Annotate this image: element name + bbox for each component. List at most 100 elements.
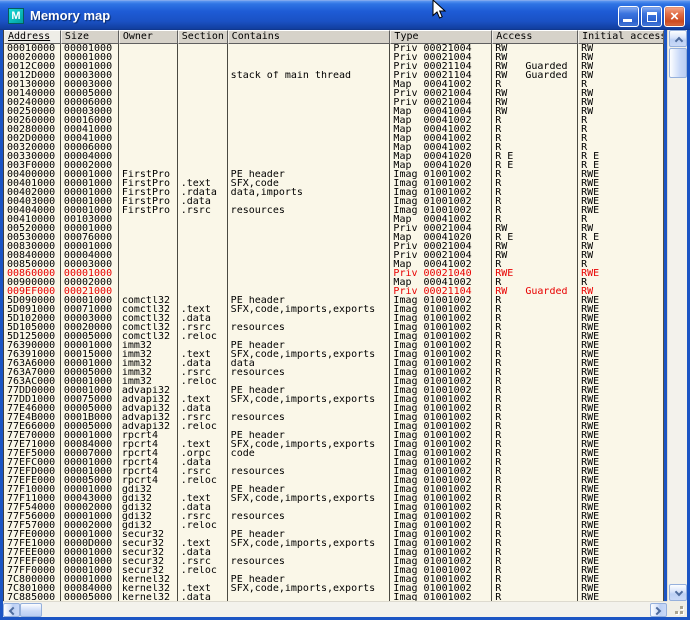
table-row-00840000[interactable]: 0084000000004000Priv 00021004RWRW (4, 251, 664, 260)
table-row-77F11000[interactable]: 77F1100000043000gdi32.textSFX,code,impor… (4, 494, 664, 503)
table-row-00401000[interactable]: 0040100000001000FirstPro.textSFX,codeIma… (4, 179, 664, 188)
table-row-77F54000[interactable]: 77F5400000002000gdi32.dataImag 01001002R… (4, 503, 664, 512)
table-row-00020000[interactable]: 0002000000001000Priv 00021004RWRW (4, 53, 664, 62)
table-row-00130000[interactable]: 0013000000003000Map 00041002RR (4, 80, 664, 89)
resize-grip[interactable] (667, 601, 687, 617)
table-row-763A6000[interactable]: 763A600000001000imm32.datadataImag 01001… (4, 359, 664, 368)
table-row-5D102000[interactable]: 5D10200000003000comctl32.dataImag 010010… (4, 314, 664, 323)
table-row-7C800000[interactable]: 7C80000000001000kernel32PE headerImag 01… (4, 575, 664, 584)
table-row-00830000[interactable]: 0083000000001000Priv 00021004RWRW (4, 242, 664, 251)
table-row-00400000[interactable]: 0040000000001000FirstProPE headerImag 01… (4, 170, 664, 179)
table-row-77FEE000[interactable]: 77FEE00000001000secur32.dataImag 0100100… (4, 548, 664, 557)
table-row-5D105000[interactable]: 5D10500000020000comctl32.rsrcresourcesIm… (4, 323, 664, 332)
scroll-down-button[interactable] (669, 584, 687, 601)
close-button[interactable]: × (664, 6, 685, 27)
table-row-00240000[interactable]: 0024000000006000Priv 00021004RWRW (4, 98, 664, 107)
table-row-77E66000[interactable]: 77E6600000005000advapi32.relocImag 01001… (4, 422, 664, 431)
table-row-76390000[interactable]: 7639000000001000imm32PE headerImag 01001… (4, 341, 664, 350)
column-header-size[interactable]: Size (61, 30, 119, 44)
cell-access: R (492, 395, 578, 404)
horizontal-scroll-thumb[interactable] (20, 603, 42, 617)
table-row-00330000[interactable]: 0033000000004000Map 00041020R ER E (4, 152, 664, 161)
table-row-002D0000[interactable]: 002D000000041000Map 00041002RR (4, 134, 664, 143)
titlebar[interactable]: M Memory map × (0, 0, 690, 30)
table-row-77E4B000[interactable]: 77E4B0000001B000advapi32.rsrcresourcesIm… (4, 413, 664, 422)
column-header-section[interactable]: Section (178, 30, 228, 44)
table-row-77E46000[interactable]: 77E4600000005000advapi32.dataImag 010010… (4, 404, 664, 413)
maximize-button[interactable] (641, 6, 662, 27)
scroll-up-button[interactable] (669, 30, 687, 47)
table-row-00530000[interactable]: 0053000000076000Map 00041020R ER E (4, 233, 664, 242)
table-row-009EF000[interactable]: 009EF00000021000Priv 00021104RW GuardedR… (4, 287, 664, 296)
table-row-003F0000[interactable]: 003F000000002000Map 00041020R ER E (4, 161, 664, 170)
table-row-00404000[interactable]: 0040400000001000FirstPro.rsrcresourcesIm… (4, 206, 664, 215)
table-row-77FF0000[interactable]: 77FF000000001000secur32.relocImag 010010… (4, 566, 664, 575)
cell-address: 77FEF000 (4, 557, 61, 566)
column-header-type[interactable]: Type (390, 30, 492, 44)
table-row-5D090000[interactable]: 5D09000000001000comctl32PE headerImag 01… (4, 296, 664, 305)
table-row-00280000[interactable]: 0028000000041000Map 00041002RR (4, 125, 664, 134)
cell-contains: SFX,code,imports,exports (228, 584, 391, 593)
table-row-77E70000[interactable]: 77E7000000001000rpcrt4PE headerImag 0100… (4, 431, 664, 440)
table-row-00010000[interactable]: 0001000000001000Priv 00021004RWRW (4, 44, 664, 53)
cell-initial: RWE (578, 422, 664, 431)
table-row-7C885000[interactable]: 7C88500000005000kernel32.dataImag 010010… (4, 593, 664, 601)
table-row-77DD1000[interactable]: 77DD100000075000advapi32.textSFX,code,im… (4, 395, 664, 404)
table-row-00850000[interactable]: 0085000000003000Map 00041002RR (4, 260, 664, 269)
cell-section: .text (178, 440, 228, 449)
table-row-763AC000[interactable]: 763AC00000001000imm32.relocImag 01001002… (4, 377, 664, 386)
column-header-owner[interactable]: Owner (119, 30, 178, 44)
table-row-0012D000[interactable]: 0012D00000003000stack of main threadPriv… (4, 71, 664, 80)
table-row-00403000[interactable]: 0040300000001000FirstPro.dataImag 010010… (4, 197, 664, 206)
table-row-00260000[interactable]: 0026000000016000Map 00041002RR (4, 116, 664, 125)
table-row-77EFE000[interactable]: 77EFE00000005000rpcrt4.relocImag 0100100… (4, 476, 664, 485)
cell-address: 77FE1000 (4, 539, 61, 548)
table-row-5D091000[interactable]: 5D09100000071000comctl32.textSFX,code,im… (4, 305, 664, 314)
minimize-button[interactable] (618, 6, 639, 27)
table-row-77E71000[interactable]: 77E7100000084000rpcrt4.textSFX,code,impo… (4, 440, 664, 449)
cell-size: 00071000 (61, 305, 119, 314)
scroll-left-button[interactable] (3, 603, 20, 617)
table-row-00900000[interactable]: 0090000000002000Map 00041002RR (4, 278, 664, 287)
table-row-77FE1000[interactable]: 77FE10000000D000secur32.textSFX,code,imp… (4, 539, 664, 548)
table-row-7C801000[interactable]: 7C80100000084000kernel32.textSFX,code,im… (4, 584, 664, 593)
table-row-77F57000[interactable]: 77F5700000002000gdi32.relocImag 01001002… (4, 521, 664, 530)
cell-access: R (492, 134, 578, 143)
cell-type: Priv 00021004 (390, 242, 492, 251)
table-row-77F56000[interactable]: 77F5600000001000gdi32.rsrcresourcesImag … (4, 512, 664, 521)
memory-table[interactable]: 0001000000001000Priv 00021004RWRW0002000… (3, 44, 664, 601)
table-row-77F10000[interactable]: 77F1000000001000gdi32PE headerImag 01001… (4, 485, 664, 494)
table-row-76391000[interactable]: 7639100000015000imm32.textSFX,code,impor… (4, 350, 664, 359)
cell-access: R (492, 197, 578, 206)
cell-section (178, 107, 228, 116)
cell-section: .text (178, 179, 228, 188)
table-row-00410000[interactable]: 0041000000103000Map 00041002RR (4, 215, 664, 224)
cell-access: R (492, 314, 578, 323)
cell-owner (119, 215, 178, 224)
horizontal-scrollbar[interactable] (3, 601, 667, 617)
vertical-scroll-thumb[interactable] (669, 48, 687, 78)
table-row-00320000[interactable]: 0032000000006000Map 00041002RR (4, 143, 664, 152)
table-row-77FEF000[interactable]: 77FEF00000001000secur32.rsrcresourcesIma… (4, 557, 664, 566)
table-row-77DD0000[interactable]: 77DD000000001000advapi32PE headerImag 01… (4, 386, 664, 395)
table-row-00402000[interactable]: 0040200000001000FirstPro.rdatadata,impor… (4, 188, 664, 197)
table-row-0012C000[interactable]: 0012C00000001000Priv 00021104RW GuardedR… (4, 62, 664, 71)
table-row-5D125000[interactable]: 5D12500000005000comctl32.relocImag 01001… (4, 332, 664, 341)
column-header-initial[interactable]: Initial access (578, 30, 664, 44)
scroll-right-button[interactable] (650, 603, 667, 617)
table-row-763A7000[interactable]: 763A700000005000imm32.rsrcresourcesImag … (4, 368, 664, 377)
table-row-77EF5000[interactable]: 77EF500000007000rpcrt4.orpccodeImag 0100… (4, 449, 664, 458)
column-header-contains[interactable]: Contains (228, 30, 391, 44)
vertical-scrollbar[interactable] (667, 30, 687, 601)
table-row-00250000[interactable]: 0025000000003000Map 00041004RWRW (4, 107, 664, 116)
column-header-address[interactable]: Address (4, 30, 61, 44)
table-row-77EFC000[interactable]: 77EFC00000001000rpcrt4.dataImag 01001002… (4, 458, 664, 467)
table-row-00520000[interactable]: 0052000000001000Priv 00021004RWRW (4, 224, 664, 233)
cell-initial: R (578, 125, 664, 134)
table-row-77EFD000[interactable]: 77EFD00000001000rpcrt4.rsrcresourcesImag… (4, 467, 664, 476)
table-row-00140000[interactable]: 0014000000005000Priv 00021004RWRW (4, 89, 664, 98)
table-row-00860000[interactable]: 0086000000001000Priv 00021040RWERWE (4, 269, 664, 278)
cell-size: 00005000 (61, 593, 119, 601)
table-row-77FE0000[interactable]: 77FE000000001000secur32PE headerImag 010… (4, 530, 664, 539)
column-header-access[interactable]: Access (492, 30, 578, 44)
